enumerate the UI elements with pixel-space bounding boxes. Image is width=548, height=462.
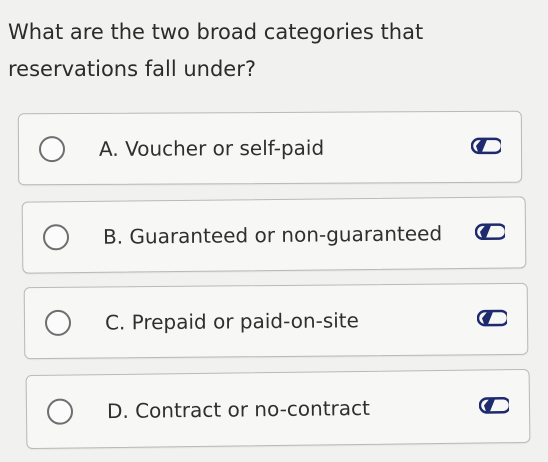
question-text: What are the two broad categories that r…: [8, 20, 424, 81]
answer-option-label: A. Voucher or self-paid: [98, 135, 325, 161]
eliminate-answer-icon[interactable]: [470, 137, 502, 155]
answer-option-d[interactable]: D. Contract or no-contract: [25, 368, 531, 450]
radio-unchecked-icon[interactable]: [46, 398, 74, 425]
eliminate-answer-icon[interactable]: [476, 309, 508, 327]
answer-option-label: D. Contract or no-contract: [106, 395, 371, 424]
answer-option-label: B. Guaranteed or non-guaranteed: [102, 221, 443, 249]
answer-option-c[interactable]: C. Prepaid or paid-on-site: [23, 282, 529, 360]
radio-unchecked-icon[interactable]: [42, 224, 70, 251]
radio-unchecked-icon[interactable]: [44, 309, 72, 337]
answer-option-label: C. Prepaid or paid-on-site: [104, 308, 360, 335]
eliminate-answer-icon[interactable]: [478, 396, 510, 414]
radio-unchecked-icon[interactable]: [38, 136, 66, 163]
answer-option-b[interactable]: B. Guaranteed or non-guaranteed: [21, 196, 527, 274]
eliminate-answer-icon[interactable]: [474, 223, 506, 241]
answer-option-a[interactable]: A. Voucher or self-paid: [17, 110, 523, 186]
